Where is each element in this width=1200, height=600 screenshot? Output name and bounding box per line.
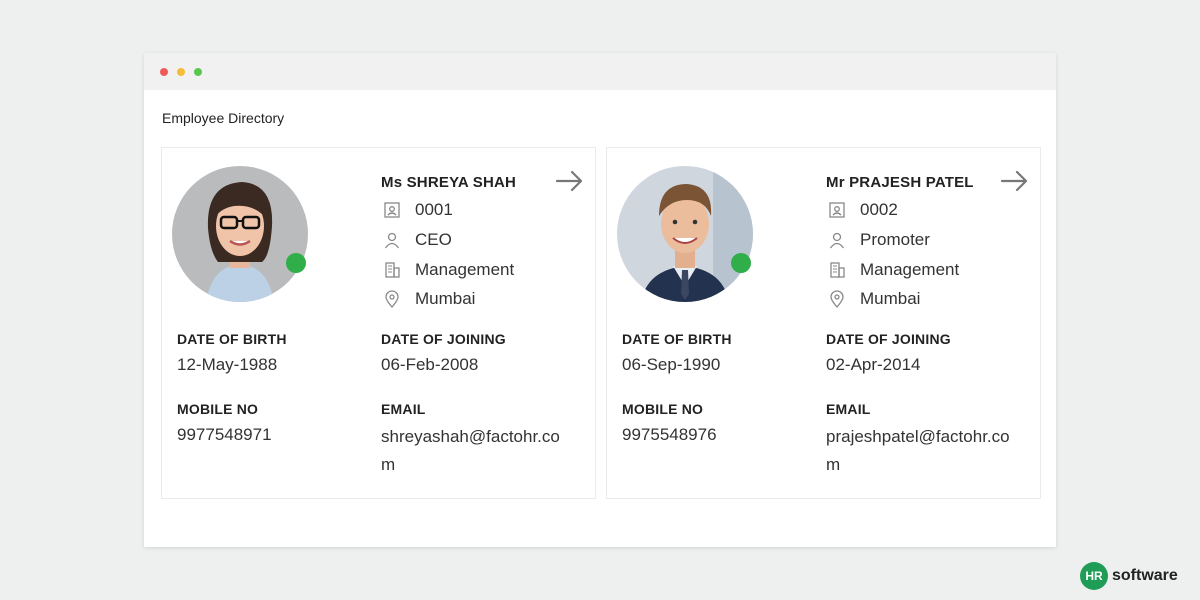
user-icon: [384, 232, 400, 249]
brand-text: software: [1112, 567, 1178, 584]
doj-label: DATE OF JOINING: [381, 331, 506, 347]
window-titlebar: [144, 53, 1056, 90]
online-status-dot: [286, 253, 306, 273]
close-window-dot[interactable]: [160, 68, 168, 76]
arrow-right-icon[interactable]: [1000, 169, 1030, 193]
arrow-right-icon[interactable]: [555, 169, 585, 193]
employee-name: Mr PRAJESH PATEL: [826, 174, 974, 191]
location: Mumbai: [860, 289, 921, 308]
brand-logo: HR software: [1080, 562, 1178, 590]
doj-value: 02-Apr-2014: [826, 355, 921, 374]
employee-photo: [172, 166, 308, 302]
maximize-window-dot[interactable]: [194, 68, 202, 76]
email-value: shreyashah@factohr.com: [381, 427, 560, 474]
mobile-label: MOBILE NO: [177, 401, 259, 417]
department: Management: [415, 260, 515, 279]
online-status-dot: [731, 253, 751, 273]
mobile-value: 9975548976: [622, 425, 717, 444]
designation-row: Promoter: [828, 229, 930, 251]
dob-value: 12-May-1988: [177, 355, 278, 374]
doj-value: 06-Feb-2008: [381, 355, 479, 374]
email-value: prajeshpatel@factohr.com: [826, 427, 1010, 474]
id-card-icon: [384, 202, 400, 218]
id-card-icon: [829, 202, 845, 218]
designation-row: CEO: [383, 229, 452, 251]
dob-label: DATE OF BIRTH: [622, 331, 732, 347]
page-title: Employee Directory: [162, 110, 285, 126]
designation: CEO: [415, 230, 452, 249]
app-window: Employee Directory Ms SHREYA SHAH 0001 C…: [144, 53, 1056, 547]
mobile-value: 9977548971: [177, 425, 272, 444]
location-row: Mumbai: [828, 288, 920, 310]
minimize-window-dot[interactable]: [177, 68, 185, 76]
dob-label: DATE OF BIRTH: [177, 331, 287, 347]
employee-card[interactable]: Ms SHREYA SHAH 0001 CEO Management Mumba…: [161, 147, 596, 499]
doj-label: DATE OF JOINING: [826, 331, 951, 347]
employee-id: 0002: [860, 200, 898, 219]
designation: Promoter: [860, 230, 930, 249]
employee-photo: [617, 166, 753, 302]
location-pin-icon: [385, 290, 399, 308]
dob-value: 06-Sep-1990: [622, 355, 721, 374]
avatar: [172, 166, 308, 302]
department-row: Management: [383, 259, 514, 281]
location-row: Mumbai: [383, 288, 475, 310]
employee-id-row: 0002: [828, 199, 898, 221]
hr-logo-icon: HR: [1080, 562, 1108, 590]
location-pin-icon: [830, 290, 844, 308]
employee-id: 0001: [415, 200, 453, 219]
location: Mumbai: [415, 289, 476, 308]
employee-name: Ms SHREYA SHAH: [381, 174, 517, 191]
department: Management: [860, 260, 960, 279]
email-label: EMAIL: [826, 401, 871, 417]
avatar: [617, 166, 753, 302]
employee-id-row: 0001: [383, 199, 453, 221]
building-icon: [385, 262, 400, 278]
email-label: EMAIL: [381, 401, 426, 417]
mobile-label: MOBILE NO: [622, 401, 704, 417]
user-icon: [829, 232, 845, 249]
department-row: Management: [828, 259, 959, 281]
employee-card[interactable]: Mr PRAJESH PATEL 0002 Promoter Managemen…: [606, 147, 1041, 499]
building-icon: [830, 262, 845, 278]
